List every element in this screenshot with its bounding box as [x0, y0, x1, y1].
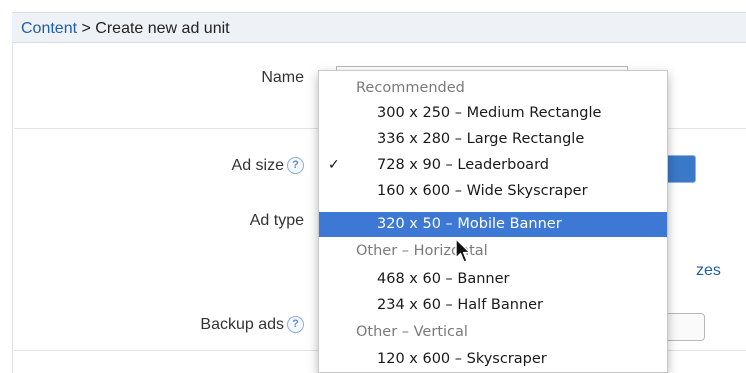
backup-ads-label-row: Backup ads? — [104, 316, 304, 334]
dropdown-option[interactable]: 336 x 280 – Large Rectangle — [319, 127, 667, 152]
ad-size-label: Ad size — [231, 157, 284, 174]
checkmark-icon: ✓ — [328, 157, 340, 173]
dropdown-option-highlighted[interactable]: 320 x 50 – Mobile Banner — [319, 212, 667, 237]
dropdown-group-label: Other – Horizontal — [356, 243, 488, 259]
dropdown-group-label: Other – Vertical — [356, 324, 468, 340]
page-title: Create new ad unit — [95, 20, 230, 37]
option-label: 120 x 600 – Skyscraper — [377, 351, 547, 367]
backup-ads-label: Backup ads — [200, 316, 284, 333]
dropdown-option[interactable]: 160 x 600 – Wide Skyscraper — [319, 179, 667, 204]
dropdown-option[interactable]: 234 x 60 – Half Banner — [319, 293, 667, 318]
option-label: 160 x 600 – Wide Skyscraper — [377, 183, 588, 199]
ad-type-label: Ad type — [249, 212, 304, 229]
option-label: 336 x 280 – Large Rectangle — [377, 131, 585, 147]
ad-size-label-row: Ad size? — [104, 157, 304, 175]
dropdown-option[interactable]: 120 x 600 – Skyscraper — [319, 347, 667, 372]
left-border — [12, 43, 13, 373]
option-label: 320 x 50 – Mobile Banner — [377, 216, 562, 232]
option-label: 468 x 60 – Banner — [377, 271, 510, 287]
dropdown-option[interactable]: 468 x 60 – Banner — [319, 267, 667, 292]
breadcrumb-link-content[interactable]: Content — [21, 20, 77, 37]
breadcrumb: Content > Create new ad unit — [12, 12, 746, 43]
sizes-link[interactable]: zes — [696, 262, 721, 280]
dropdown-option[interactable]: 300 x 250 – Medium Rectangle — [319, 101, 667, 126]
option-label: 300 x 250 – Medium Rectangle — [377, 105, 602, 121]
ad-size-dropdown-menu: Recommended 300 x 250 – Medium Rectangle… — [318, 70, 668, 373]
name-label: Name — [261, 69, 304, 86]
help-icon[interactable]: ? — [287, 157, 304, 174]
breadcrumb-separator: > — [77, 20, 96, 37]
option-label: 728 x 90 – Leaderboard — [377, 157, 549, 173]
dropdown-group-label: Recommended — [356, 80, 465, 96]
help-icon[interactable]: ? — [287, 316, 304, 333]
option-label: 234 x 60 – Half Banner — [377, 297, 544, 313]
dropdown-option-selected[interactable]: ✓ 728 x 90 – Leaderboard — [319, 153, 667, 178]
